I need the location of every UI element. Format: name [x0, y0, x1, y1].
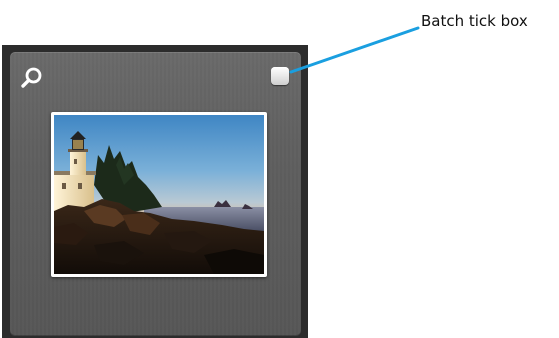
- photo-thumbnail[interactable]: [51, 112, 267, 277]
- lighthouse-photo: [54, 115, 264, 274]
- callout-label: Batch tick box: [421, 12, 528, 30]
- page: Batch tick box: [0, 0, 559, 338]
- batch-checkbox[interactable]: [271, 67, 289, 85]
- magnifier-icon[interactable]: [18, 64, 46, 92]
